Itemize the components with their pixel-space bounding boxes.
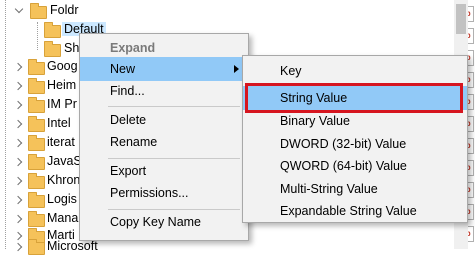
folder-icon bbox=[28, 135, 45, 151]
chevron-right-icon bbox=[234, 65, 239, 73]
menu-item-label: New bbox=[110, 62, 136, 76]
folder-icon bbox=[28, 173, 45, 189]
chevron-right-icon[interactable] bbox=[13, 100, 23, 110]
tree-item-label: iterat bbox=[47, 135, 75, 149]
menu-item-label: Permissions... bbox=[110, 186, 189, 200]
tree-item-label: Intel bbox=[47, 116, 71, 130]
folder-icon bbox=[28, 154, 45, 170]
menu-item-label: DWORD (32-bit) Value bbox=[280, 137, 407, 151]
menu-item-label: Delete bbox=[110, 113, 147, 127]
chevron-right-icon[interactable] bbox=[13, 62, 23, 72]
chevron-right-icon[interactable] bbox=[13, 138, 23, 148]
menu-item-multi-string-value[interactable]: Multi-String Value bbox=[243, 177, 467, 201]
highlight-box bbox=[245, 83, 463, 113]
menu-item-label: Copy Key Name bbox=[110, 215, 202, 229]
menu-item-label: Find... bbox=[110, 84, 145, 98]
menu-item-rename[interactable]: Rename bbox=[80, 130, 248, 154]
menu-item-label: Rename bbox=[110, 135, 158, 149]
menu-item-key[interactable]: Key bbox=[243, 59, 467, 83]
chevron-right-icon[interactable] bbox=[13, 176, 23, 186]
menu-item-export[interactable]: Export bbox=[80, 159, 248, 183]
folder-icon bbox=[28, 192, 45, 208]
menu-separator bbox=[108, 106, 240, 107]
menu-item-expandable-string-value[interactable]: Expandable String Value bbox=[243, 199, 467, 223]
folder-icon bbox=[44, 22, 61, 38]
chevron-right-icon[interactable] bbox=[13, 214, 23, 224]
chevron-down-icon[interactable] bbox=[14, 4, 24, 14]
menu-item-label: QWORD (64-bit) Value bbox=[280, 159, 407, 173]
menu-item-qword-value[interactable]: QWORD (64-bit) Value bbox=[243, 154, 467, 178]
folder-icon bbox=[30, 3, 47, 19]
menu-item-label: Key bbox=[280, 64, 302, 78]
menu-item-label: Export bbox=[110, 164, 147, 178]
menu-item-find[interactable]: Find... bbox=[80, 79, 248, 103]
menu-item-permissions[interactable]: Permissions... bbox=[80, 181, 248, 205]
new-submenu: Key String Value Binary Value DWORD (32-… bbox=[242, 55, 468, 223]
tree-item-label: IM Pr bbox=[47, 97, 77, 111]
menu-item-delete[interactable]: Delete bbox=[80, 108, 248, 132]
folder-icon bbox=[28, 59, 45, 75]
folder-icon bbox=[28, 97, 45, 113]
scrollbar-thumb[interactable] bbox=[456, 4, 466, 34]
context-menu: Expand New Find... Delete Rename Export … bbox=[79, 33, 249, 241]
tree-item-label: Microsoft bbox=[47, 239, 98, 253]
menu-item-label: Multi-String Value bbox=[280, 182, 378, 196]
tree-item-label: Foldr bbox=[50, 3, 79, 17]
tree-item-label: Mana bbox=[47, 211, 79, 225]
tree-item-label: Sh bbox=[64, 41, 80, 55]
chevron-right-icon[interactable] bbox=[13, 157, 23, 167]
menu-item-new[interactable]: New bbox=[80, 57, 248, 81]
chevron-right-icon[interactable] bbox=[13, 242, 23, 252]
menu-item-dword-value[interactable]: DWORD (32-bit) Value bbox=[243, 132, 467, 156]
folder-icon bbox=[28, 116, 45, 132]
chevron-right-icon[interactable] bbox=[13, 81, 23, 91]
menu-item-label: Expandable String Value bbox=[280, 204, 417, 218]
folder-icon bbox=[28, 78, 45, 94]
tree-item-label: Goog bbox=[47, 59, 78, 73]
tree-item-label: Logis bbox=[47, 192, 77, 206]
tree-item-label: Khron bbox=[47, 173, 81, 187]
chevron-right-icon[interactable] bbox=[13, 119, 23, 129]
chevron-right-icon[interactable] bbox=[13, 195, 23, 205]
tree-item-label: Heim bbox=[47, 78, 77, 92]
menu-item-copy-key-name[interactable]: Copy Key Name bbox=[80, 210, 248, 234]
tree-item-label: JavaS bbox=[47, 154, 82, 168]
